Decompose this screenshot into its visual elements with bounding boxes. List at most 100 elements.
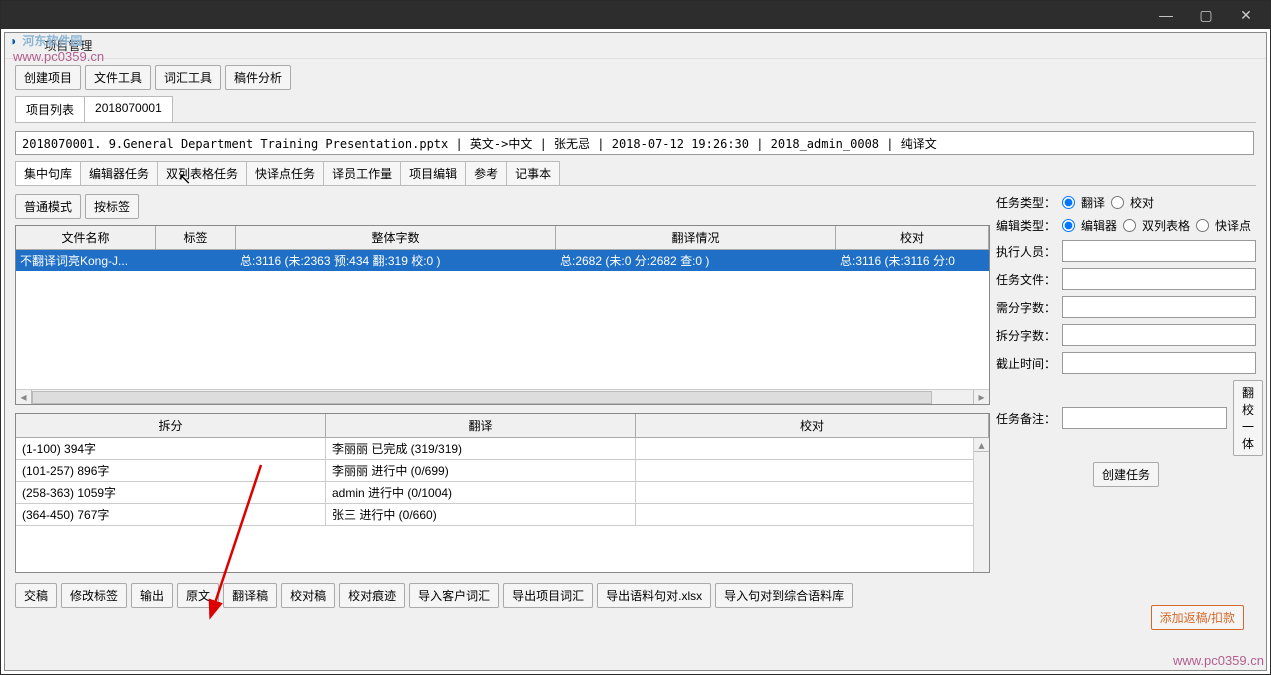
import-corpus-button[interactable]: 导入句对到综合语料库 bbox=[715, 583, 853, 608]
radio-editor[interactable] bbox=[1062, 219, 1075, 232]
menubar: 项目管理 bbox=[5, 33, 1266, 59]
menu-hidden bbox=[15, 37, 28, 54]
tab-cluster-lib[interactable]: 集中句库 bbox=[15, 161, 81, 185]
col-translate[interactable]: 翻译 bbox=[326, 414, 636, 437]
exec-person-label: 执行人员： bbox=[996, 243, 1056, 260]
manuscript-analysis-button[interactable]: 稿件分析 bbox=[225, 65, 291, 90]
left-pane: 普通模式 按标签 文件名称 标签 整体字数 翻译情况 校对 不翻译词亮Kong-… bbox=[15, 186, 990, 608]
import-client-vocab-button[interactable]: 导入客户词汇 bbox=[409, 583, 499, 608]
create-project-button[interactable]: 创建项目 bbox=[15, 65, 81, 90]
toolbar: 创建项目 文件工具 词汇工具 稿件分析 bbox=[5, 59, 1266, 96]
col-tags[interactable]: 标签 bbox=[156, 226, 236, 249]
radio-task-proofread[interactable] bbox=[1111, 196, 1124, 209]
col-filename[interactable]: 文件名称 bbox=[16, 226, 156, 249]
col-split[interactable]: 拆分 bbox=[16, 414, 326, 437]
edit-type-label: 编辑类型： bbox=[996, 217, 1056, 234]
review-draft-button[interactable]: 校对稿 bbox=[281, 583, 335, 608]
content-area: 项目管理 创建项目 文件工具 词汇工具 稿件分析 项目列表 2018070001… bbox=[4, 32, 1267, 671]
output-button[interactable]: 输出 bbox=[131, 583, 173, 608]
cell-review bbox=[636, 460, 989, 481]
table-row[interactable]: (101-257) 896字 李丽丽 进行中 (0/699) bbox=[16, 460, 989, 482]
file-row-selected[interactable]: 不翻译词亮Kong-J... 总:3116 (未:2363 预:434 翻:31… bbox=[16, 250, 989, 271]
task-type-label: 任务类型： bbox=[996, 194, 1056, 211]
tab-translator-workload[interactable]: 译员工作量 bbox=[323, 161, 401, 185]
file-tools-button[interactable]: 文件工具 bbox=[85, 65, 151, 90]
vertical-scrollbar[interactable]: ▴ bbox=[973, 438, 989, 572]
table-row[interactable]: (1-100) 394字 李丽丽 已完成 (319/319) bbox=[16, 438, 989, 460]
col-review[interactable]: 校对 bbox=[836, 226, 989, 249]
add-remark-deduct-button[interactable]: 添加返稿/扣款 bbox=[1151, 605, 1244, 630]
need-words-input[interactable] bbox=[1062, 296, 1256, 318]
tab-project-id[interactable]: 2018070001 bbox=[84, 96, 173, 122]
deadline-input[interactable] bbox=[1062, 352, 1256, 374]
menu-project-manage[interactable]: 项目管理 bbox=[44, 37, 92, 54]
titlebar: — ▢ ✕ bbox=[1, 1, 1270, 29]
col-trans-status[interactable]: 翻译情况 bbox=[556, 226, 836, 249]
tab-project-edit[interactable]: 项目编辑 bbox=[400, 161, 466, 185]
outer-tabs: 项目列表 2018070001 bbox=[15, 96, 1256, 123]
cell-review bbox=[636, 438, 989, 459]
export-project-vocab-button[interactable]: 导出项目词汇 bbox=[503, 583, 593, 608]
task-remark-input[interactable] bbox=[1062, 407, 1227, 429]
export-corpus-xlsx-button[interactable]: 导出语料句对.xlsx bbox=[597, 583, 711, 608]
tab-reference[interactable]: 参考 bbox=[465, 161, 507, 185]
cell-review: 总:3116 (未:3116 分:0 bbox=[836, 250, 989, 271]
app-window: — ▢ ✕ ◑ 河东软件园 www.pc0359.cn www.pc0359.c… bbox=[0, 0, 1271, 675]
col-total-words[interactable]: 整体字数 bbox=[236, 226, 556, 249]
task-remark-label: 任务备注： bbox=[996, 410, 1056, 427]
split-table[interactable]: 拆分 翻译 校对 (1-100) 394字 李丽丽 已完成 (319/319) … bbox=[15, 413, 990, 573]
cell-total: 总:3116 (未:2363 预:434 翻:319 校:0 ) bbox=[236, 250, 556, 271]
titlebar-title bbox=[5, 9, 14, 21]
tab-quick-trans[interactable]: 快译点任务 bbox=[246, 161, 324, 185]
radio-dual-label: 双列表格 bbox=[1142, 217, 1190, 234]
close-button[interactable]: ✕ bbox=[1226, 1, 1266, 29]
bottom-toolbar: 交稿 修改标签 输出 原文 翻译稿 校对稿 校对痕迹 导入客户词汇 导出项目词汇… bbox=[15, 573, 990, 608]
cell-review bbox=[636, 504, 989, 525]
vocab-tools-button[interactable]: 词汇工具 bbox=[155, 65, 221, 90]
radio-editor-label: 编辑器 bbox=[1081, 217, 1117, 234]
cell-split: (101-257) 896字 bbox=[16, 460, 326, 481]
split-words-label: 拆分字数： bbox=[996, 327, 1056, 344]
table-row[interactable]: (258-363) 1059字 admin 进行中 (0/1004) bbox=[16, 482, 989, 504]
cell-split: (1-100) 394字 bbox=[16, 438, 326, 459]
file-list-table[interactable]: 文件名称 标签 整体字数 翻译情况 校对 不翻译词亮Kong-J... 总:31… bbox=[15, 225, 990, 405]
window-controls: — ▢ ✕ bbox=[1146, 1, 1266, 29]
radio-task-translate-label: 翻译 bbox=[1081, 194, 1105, 211]
horizontal-scrollbar[interactable]: ◂ ▸ bbox=[16, 389, 989, 404]
exec-person-input[interactable] bbox=[1062, 240, 1256, 262]
cell-translate: 李丽丽 已完成 (319/319) bbox=[326, 438, 636, 459]
cell-trans: 总:2682 (未:0 分:2682 查:0 ) bbox=[556, 250, 836, 271]
need-words-label: 需分字数： bbox=[996, 299, 1056, 316]
by-tag-button[interactable]: 按标签 bbox=[85, 194, 139, 219]
submit-draft-button[interactable]: 交稿 bbox=[15, 583, 57, 608]
radio-quick-trans[interactable] bbox=[1196, 219, 1209, 232]
review-traces-button[interactable]: 校对痕迹 bbox=[339, 583, 405, 608]
project-path-input[interactable] bbox=[15, 131, 1254, 155]
normal-mode-button[interactable]: 普通模式 bbox=[15, 194, 81, 219]
task-file-input[interactable] bbox=[1062, 268, 1256, 290]
tab-editor-tasks[interactable]: 编辑器任务 bbox=[80, 161, 158, 185]
cell-translate: 李丽丽 进行中 (0/699) bbox=[326, 460, 636, 481]
cell-filename: 不翻译词亮Kong-J... bbox=[16, 250, 156, 271]
cell-tags bbox=[156, 250, 236, 271]
tab-project-list[interactable]: 项目列表 bbox=[15, 96, 85, 122]
tab-dual-table[interactable]: 双列表格任务 bbox=[157, 161, 247, 185]
maximize-button[interactable]: ▢ bbox=[1186, 1, 1226, 29]
radio-dual-table[interactable] bbox=[1123, 219, 1136, 232]
trans-draft-button[interactable]: 翻译稿 bbox=[223, 583, 277, 608]
radio-task-translate[interactable] bbox=[1062, 196, 1075, 209]
radio-quick-label: 快译点 bbox=[1215, 217, 1251, 234]
source-button[interactable]: 原文 bbox=[177, 583, 219, 608]
table-row[interactable]: (364-450) 767字 张三 进行中 (0/660) bbox=[16, 504, 989, 526]
cell-split: (258-363) 1059字 bbox=[16, 482, 326, 503]
minimize-button[interactable]: — bbox=[1146, 1, 1186, 29]
cell-translate: admin 进行中 (0/1004) bbox=[326, 482, 636, 503]
review-one-button[interactable]: 翻校一体 bbox=[1233, 380, 1263, 456]
modify-tags-button[interactable]: 修改标签 bbox=[61, 583, 127, 608]
tab-notebook[interactable]: 记事本 bbox=[506, 161, 560, 185]
split-words-input[interactable] bbox=[1062, 324, 1256, 346]
create-task-button[interactable]: 创建任务 bbox=[1093, 462, 1159, 487]
col-sp-review[interactable]: 校对 bbox=[636, 414, 989, 437]
deadline-label: 截止时间： bbox=[996, 355, 1056, 372]
task-file-label: 任务文件： bbox=[996, 271, 1056, 288]
